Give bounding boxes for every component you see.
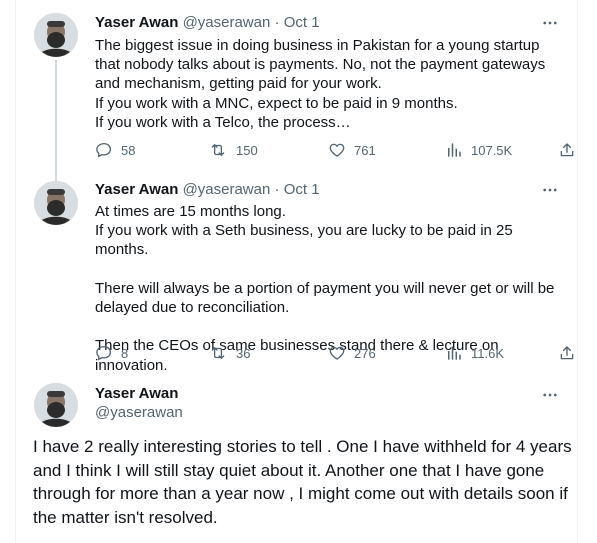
like-button[interactable]: 761 bbox=[328, 140, 376, 160]
views-button[interactable]: 107.5K bbox=[445, 140, 512, 160]
tweet-header: Yaser Awan @yaserawan · Oct 1 bbox=[95, 180, 320, 200]
avatar[interactable] bbox=[34, 13, 78, 57]
views-button[interactable]: 11.6K bbox=[445, 343, 504, 363]
tweet-text: The biggest issue in doing business in P… bbox=[95, 37, 546, 131]
separator: · bbox=[274, 181, 280, 198]
more-dots-icon[interactable] bbox=[540, 180, 560, 200]
author-name[interactable]: Yaser Awan bbox=[95, 181, 178, 198]
author-handle[interactable]: @yaserawan bbox=[183, 14, 271, 31]
timeline-column: Yaser Awan @yaserawan · Oct 1 The bigges… bbox=[15, 0, 578, 543]
main-tweet[interactable]: Yaser Awan @yaserawan I have 2 really in… bbox=[16, 372, 577, 543]
author-name[interactable]: Yaser Awan bbox=[95, 385, 178, 402]
avatar[interactable] bbox=[34, 383, 78, 427]
share-button[interactable] bbox=[558, 343, 576, 363]
views-bar-chart-icon bbox=[448, 346, 461, 360]
share-upload-icon bbox=[560, 143, 574, 157]
tweet-date[interactable]: Oct 1 bbox=[284, 181, 320, 198]
action-bar: 58 150 761 107.5K bbox=[95, 140, 575, 160]
reply-button[interactable]: 8 bbox=[95, 343, 128, 363]
separator: · bbox=[274, 14, 280, 31]
reply-count: 58 bbox=[121, 142, 136, 158]
author-name[interactable]: Yaser Awan bbox=[95, 14, 178, 31]
like-button[interactable]: 276 bbox=[328, 343, 376, 363]
repost-button[interactable]: 36 bbox=[208, 343, 250, 363]
thread-line bbox=[55, 60, 57, 184]
tweet-1[interactable]: Yaser Awan @yaserawan · Oct 1 The bigges… bbox=[16, 0, 577, 184]
repost-count: 150 bbox=[236, 142, 258, 158]
view-count: 107.5K bbox=[471, 142, 513, 158]
reply-bubble-icon bbox=[96, 142, 112, 158]
tweet-header: Yaser Awan @yaserawan · Oct 1 bbox=[95, 13, 320, 33]
reply-bubble-icon bbox=[96, 345, 112, 361]
action-bar: 8 36 276 11.6K bbox=[95, 343, 575, 363]
reply-count: 8 bbox=[121, 345, 129, 361]
reply-button[interactable]: 58 bbox=[95, 140, 135, 160]
heart-icon bbox=[329, 346, 345, 360]
repost-arrows-icon bbox=[211, 347, 225, 359]
view-count: 11.6K bbox=[471, 345, 505, 361]
repost-arrows-icon bbox=[211, 144, 225, 156]
avatar[interactable] bbox=[34, 181, 78, 225]
author-handle[interactable]: @yaserawan bbox=[95, 404, 183, 421]
share-button[interactable] bbox=[558, 140, 576, 160]
author-handle[interactable]: @yaserawan bbox=[183, 181, 271, 198]
more-dots-icon[interactable] bbox=[540, 13, 560, 33]
like-count: 276 bbox=[354, 345, 376, 361]
repost-count: 36 bbox=[236, 345, 251, 361]
tweet-text: I have 2 really interesting stories to t… bbox=[33, 437, 577, 527]
tweet-2[interactable]: Yaser Awan @yaserawan · Oct 1 At times a… bbox=[16, 172, 577, 374]
heart-icon bbox=[329, 143, 345, 157]
tweet-date[interactable]: Oct 1 bbox=[284, 14, 320, 31]
repost-button[interactable]: 150 bbox=[208, 140, 258, 160]
views-bar-chart-icon bbox=[448, 143, 461, 157]
share-upload-icon bbox=[560, 346, 574, 360]
more-dots-icon[interactable] bbox=[540, 385, 560, 405]
like-count: 761 bbox=[354, 142, 376, 158]
